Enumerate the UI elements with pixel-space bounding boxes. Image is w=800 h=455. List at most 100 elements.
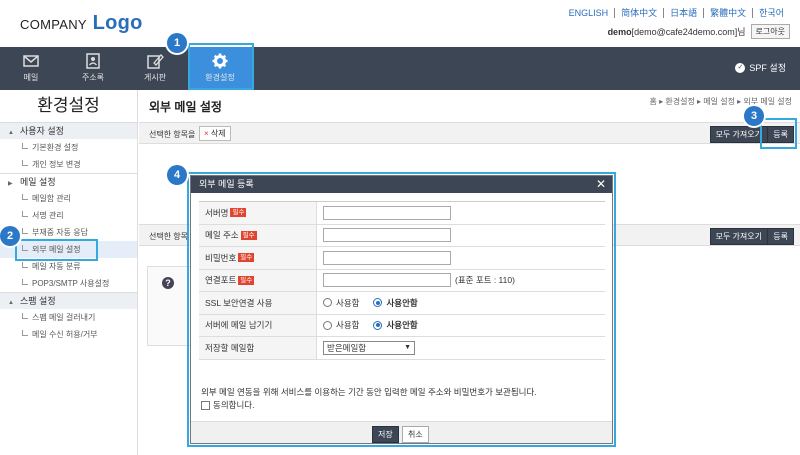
sidebar-item-mailbox[interactable]: 메일함 관리 bbox=[0, 190, 137, 207]
sidebar-item-label: 기본환경 설정 bbox=[32, 143, 79, 152]
chevron-down-icon: ▼ bbox=[404, 343, 411, 351]
ssl-row: SSL 보안연결 사용 사용함 사용안함 bbox=[199, 292, 605, 315]
required-badge: 필수 bbox=[240, 230, 257, 240]
close-icon[interactable]: ✕ bbox=[596, 176, 606, 193]
sidebar-item-label: 메일함 관리 bbox=[32, 194, 72, 203]
callout-1: 1 bbox=[167, 33, 187, 53]
port-hint: (표준 포트 : 110) bbox=[455, 275, 515, 286]
main-nav: 메일 주소록 게시판 환경설정 ✓ SPF 설정 bbox=[0, 47, 800, 90]
cancel-button[interactable]: 취소 bbox=[402, 426, 429, 443]
ssl-use-label[interactable]: 사용함 bbox=[336, 297, 359, 309]
shield-icon: ✓ bbox=[735, 62, 746, 73]
callout-4: 4 bbox=[167, 165, 187, 185]
port-row: 연결포트 필수 (표준 포트 : 110) bbox=[199, 269, 605, 292]
sidebar-item-signature[interactable]: 서명 관리 bbox=[0, 207, 137, 224]
lang-traditional-chinese[interactable]: 繁體中文 bbox=[703, 8, 752, 18]
selected-items-label: 선택한 항목을 bbox=[149, 130, 196, 139]
lang-korean[interactable]: 한국어 bbox=[752, 8, 790, 18]
password-label: 비밀번호 필수 bbox=[199, 247, 317, 269]
company-logo: COMPANY Logo bbox=[20, 12, 143, 35]
required-badge: 필수 bbox=[238, 253, 255, 263]
sidebar-item-pop3-smtp[interactable]: POP3/SMTP 사용설정 bbox=[0, 275, 137, 292]
delete-x-icon: × bbox=[204, 129, 209, 138]
sidebar-item-label: 서명 관리 bbox=[32, 211, 64, 220]
sidebar-group-label: 메일 설정 bbox=[20, 177, 56, 187]
sidebar-item-personal-info[interactable]: 개인 정보 변경 bbox=[0, 156, 137, 173]
field-label: 서버명 bbox=[205, 207, 229, 218]
password-input[interactable] bbox=[323, 250, 451, 265]
sidebar-item-label: POP3/SMTP 사용설정 bbox=[32, 279, 110, 288]
user-id: demo bbox=[607, 26, 632, 37]
spf-label: SPF 설정 bbox=[749, 63, 786, 73]
sidebar-item-label: 개인 정보 변경 bbox=[32, 160, 81, 169]
field-label: 메일 주소 bbox=[205, 230, 239, 241]
external-mail-dialog: 외부 메일 등록 ✕ 서버명 필수 메일 주소 필수 비밀번호 필수 연결포트 필수 (… bbox=[190, 175, 613, 444]
keep-use-label[interactable]: 사용함 bbox=[336, 319, 359, 331]
help-icon: ? bbox=[162, 277, 174, 289]
address-book-icon bbox=[86, 53, 100, 69]
required-badge: 필수 bbox=[230, 208, 247, 218]
sidebar-item-label: 스팸 메일 걸러내기 bbox=[32, 313, 96, 322]
sidebar: 환경설정 ▲ 사용자 설정 기본환경 설정 개인 정보 변경 ▶ 메일 설정 메일함… bbox=[0, 90, 138, 455]
sidebar-title: 환경설정 bbox=[37, 96, 100, 115]
logout-button[interactable]: 로그아웃 bbox=[750, 24, 790, 39]
user-info: demo [demo@cafe24demo.com]님 로그아웃 bbox=[608, 24, 790, 39]
ssl-nouse-radio[interactable] bbox=[373, 298, 383, 308]
callout-2: 2 bbox=[0, 226, 20, 246]
password-row: 비밀번호 필수 bbox=[199, 247, 605, 270]
agree-row: 동의합니다. bbox=[201, 399, 254, 411]
lang-english[interactable]: ENGLISH bbox=[563, 8, 615, 18]
register-form: 서버명 필수 메일 주소 필수 비밀번호 필수 연결포트 필수 (표준 포트 : 110… bbox=[199, 201, 605, 360]
server-name-row: 서버명 필수 bbox=[199, 202, 605, 225]
required-badge: 필수 bbox=[238, 275, 255, 285]
ssl-use-radio[interactable] bbox=[323, 298, 332, 308]
sidebar-group-label: 사용자 설정 bbox=[20, 126, 64, 136]
sidebar-group-label: 스팸 설정 bbox=[20, 296, 56, 306]
language-menu: ENGLISH 简体中文 日本語 繁體中文 한국어 bbox=[563, 8, 790, 18]
folder-label: 저장할 메일함 bbox=[199, 337, 317, 359]
folder-row: 저장할 메일함 받은메일함 ▼ bbox=[199, 337, 605, 360]
server-name-input[interactable] bbox=[323, 205, 451, 220]
nav-board[interactable]: 게시판 bbox=[126, 47, 184, 90]
user-email: [demo@cafe24demo.com]님 bbox=[631, 27, 746, 37]
agree-checkbox[interactable] bbox=[201, 400, 210, 410]
sidebar-group-mail-settings[interactable]: ▶ 메일 설정 bbox=[0, 173, 137, 190]
field-label: 비밀번호 bbox=[205, 252, 237, 263]
keep-nouse-radio[interactable] bbox=[373, 320, 383, 330]
lang-simplified-chinese[interactable]: 简体中文 bbox=[614, 8, 663, 18]
sidebar-group-user-settings[interactable]: ▲ 사용자 설정 bbox=[0, 122, 137, 139]
keep-nouse-label[interactable]: 사용안함 bbox=[386, 319, 417, 331]
spf-settings-link[interactable]: ✓ SPF 설정 bbox=[735, 61, 786, 74]
nav-mail[interactable]: 메일 bbox=[2, 47, 60, 90]
keep-use-radio[interactable] bbox=[323, 320, 332, 330]
email-input[interactable] bbox=[323, 228, 451, 243]
ssl-nouse-label[interactable]: 사용안함 bbox=[386, 297, 417, 309]
sidebar-item-basic-settings[interactable]: 기본환경 설정 bbox=[0, 139, 137, 156]
sidebar-item-label: 부재중 자동 응답 bbox=[32, 228, 88, 237]
sidebar-group-spam-settings[interactable]: ▲ 스팸 설정 bbox=[0, 292, 137, 309]
email-label: 메일 주소 필수 bbox=[199, 224, 317, 246]
keep-mail-label: 서버에 메일 남기기 bbox=[199, 314, 317, 336]
folder-select[interactable]: 받은메일함 ▼ bbox=[323, 340, 415, 355]
edit-icon bbox=[147, 54, 164, 69]
nav-address-book[interactable]: 주소록 bbox=[64, 47, 122, 90]
email-row: 메일 주소 필수 bbox=[199, 224, 605, 247]
agree-label[interactable]: 동의합니다. bbox=[213, 399, 254, 411]
page-title: 외부 메일 설정 bbox=[149, 100, 222, 114]
logo-company-text: COMPANY bbox=[20, 17, 87, 32]
keep-mail-row: 서버에 메일 남기기 사용함 사용안함 bbox=[199, 314, 605, 337]
fetch-all-button-bottom[interactable]: 모두 가져오기 bbox=[709, 228, 768, 245]
sidebar-item-label: 메일 수신 허용/거부 bbox=[32, 330, 98, 339]
nav-address-book-label: 주소록 bbox=[81, 73, 105, 82]
dialog-footer: 저장 취소 bbox=[191, 421, 612, 443]
delete-label: 삭제 bbox=[210, 129, 226, 138]
sidebar-item-allow-block[interactable]: 메일 수신 허용/거부 bbox=[0, 326, 137, 343]
delete-button[interactable]: × 삭제 bbox=[199, 126, 231, 141]
register-button-bottom[interactable]: 등록 bbox=[767, 228, 794, 245]
ssl-label: SSL 보안연결 사용 bbox=[199, 292, 317, 314]
port-input[interactable] bbox=[323, 273, 451, 288]
lang-japanese[interactable]: 日本語 bbox=[663, 8, 703, 18]
sidebar-item-spam-filter[interactable]: 스팸 메일 걸러내기 bbox=[0, 309, 137, 326]
folder-selected-value: 받은메일함 bbox=[327, 342, 367, 353]
save-button[interactable]: 저장 bbox=[372, 426, 399, 443]
